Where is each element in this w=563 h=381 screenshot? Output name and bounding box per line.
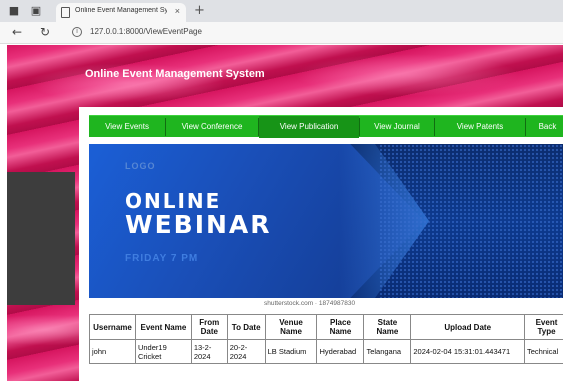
col-event-type: Event Type <box>524 314 563 340</box>
nav-view-patents[interactable]: View Patents <box>435 116 525 138</box>
profile-icon[interactable]: ■ <box>8 5 20 17</box>
cell-state-name: Telangana <box>363 339 412 364</box>
site-info-icon[interactable]: i <box>72 27 82 37</box>
image-credit: shutterstock.com · 1874987830 <box>264 300 356 307</box>
back-arrow-icon[interactable]: ← <box>12 25 22 39</box>
site-title: Online Event Management System <box>85 68 265 80</box>
tab-title: Online Event Management Syst <box>75 7 167 14</box>
cell-from-date: 13-2-2024 <box>190 339 228 364</box>
col-from-date: From Date <box>190 314 228 340</box>
nav-back[interactable]: Back <box>526 116 563 138</box>
events-table: Username Event Name From Date To Date Ve… <box>89 314 563 364</box>
page-background: Online Event Management System View Even… <box>7 45 563 381</box>
cell-venue-name: LB Stadium <box>264 339 318 364</box>
content-panel: View Events View Conference View Publica… <box>79 107 563 381</box>
col-place-name: Place Name <box>316 314 365 340</box>
table-header-row: Username Event Name From Date To Date Ve… <box>89 314 563 340</box>
cell-event-type: Technical <box>524 339 563 364</box>
nav-view-journal[interactable]: View Journal <box>360 116 434 138</box>
browser-tab[interactable]: Online Event Management Syst × <box>56 3 186 22</box>
col-venue-name: Venue Name <box>264 314 318 340</box>
cell-to-date: 20-2-2024 <box>226 339 266 364</box>
cell-username: john <box>89 339 136 364</box>
nav-bar: View Events View Conference View Publica… <box>89 115 563 138</box>
url-field[interactable]: 127.0.0.1:8000/ViewEventPage <box>90 27 202 36</box>
nav-view-events[interactable]: View Events <box>89 116 165 138</box>
webinar-banner: LOGO ONLINE WEBINAR FRIDAY 7 PM <box>89 144 563 298</box>
cell-place-name: Hyderabad <box>316 339 365 364</box>
banner-date: FRIDAY 7 PM <box>125 253 199 264</box>
col-upload-date: Upload Date <box>410 314 525 340</box>
col-username: Username <box>89 314 136 340</box>
banner-dot-pattern <box>379 144 563 298</box>
page-icon <box>61 7 70 18</box>
col-state-name: State Name <box>363 314 412 340</box>
new-tab-button[interactable]: + <box>194 3 205 18</box>
reload-icon[interactable]: ↻ <box>40 25 50 39</box>
nav-view-conference[interactable]: View Conference <box>166 116 258 138</box>
table-row: john Under19 Cricket 13-2-2024 20-2-2024… <box>89 339 563 364</box>
address-bar: ← ↻ i 127.0.0.1:8000/ViewEventPage <box>0 22 563 44</box>
tab-actions-icon[interactable]: ▣ <box>30 5 42 17</box>
banner-logo: LOGO <box>125 161 156 171</box>
cell-upload-date: 2024-02-04 15:31:01.443471 <box>410 339 525 364</box>
nav-view-publication[interactable]: View Publication <box>259 116 359 138</box>
cell-event-name: Under19 Cricket <box>134 339 192 364</box>
banner-heading-webinar: WEBINAR <box>125 210 272 239</box>
col-event-name: Event Name <box>134 314 192 340</box>
browser-tab-bar: ■ ▣ Online Event Management Syst × + <box>0 0 563 22</box>
col-to-date: To Date <box>226 314 266 340</box>
close-tab-icon[interactable]: × <box>175 6 180 16</box>
left-panel <box>7 172 75 305</box>
